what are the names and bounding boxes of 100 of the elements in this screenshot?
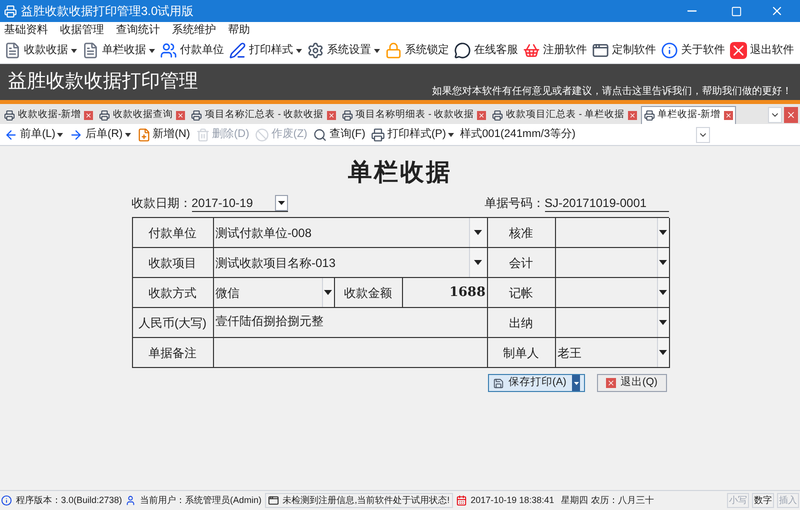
menu-item[interactable]: 收据管理 <box>60 22 104 38</box>
tab-list-button[interactable] <box>768 107 782 123</box>
dropdown-button[interactable] <box>468 218 486 247</box>
dropdown-button[interactable] <box>656 278 668 307</box>
date-field[interactable]: 2017-10-19 <box>192 194 288 212</box>
toolbar-button[interactable]: 前单(L) <box>4 126 64 143</box>
chat-icon <box>454 42 471 59</box>
datetime-text: 2017-10-19 18:38:41 <box>470 494 554 507</box>
signer-field[interactable]: 老王 <box>556 338 670 368</box>
caret-icon <box>474 230 482 235</box>
weekday-text: 星期四 <box>561 494 588 507</box>
toolbar-button[interactable]: 退出软件 <box>730 42 794 59</box>
close-all-button[interactable] <box>784 107 798 123</box>
toolbar-button[interactable]: 关于软件 <box>661 42 725 59</box>
caret-icon <box>659 290 667 295</box>
toolbar-button[interactable]: 系统设置 <box>307 42 380 59</box>
menu-item[interactable]: 帮助 <box>228 22 250 38</box>
dropdown-button[interactable] <box>322 278 334 307</box>
menu-item[interactable]: 查询统计 <box>116 22 160 38</box>
toolbar-button[interactable]: 新增(N) <box>136 126 190 143</box>
save-print-button[interactable]: 保存打印(A) <box>488 374 586 392</box>
basket-icon <box>523 42 540 59</box>
printer-icon <box>191 110 202 120</box>
close-icon <box>786 110 796 120</box>
menu-item[interactable]: 基础资料 <box>4 22 48 38</box>
printer-icon <box>492 110 504 120</box>
field-label: 收款方式 <box>132 278 214 308</box>
caret-icon <box>71 48 77 52</box>
amount-field[interactable]: 1688 <box>402 278 488 308</box>
maximize-icon[interactable] <box>731 6 742 16</box>
pen-icon <box>229 42 246 59</box>
save-icon <box>493 378 504 388</box>
toolbar-button[interactable]: 查询(F) <box>313 126 366 143</box>
signer-field[interactable] <box>556 218 670 248</box>
people-icon <box>160 42 177 59</box>
form-title: 单栏收据 <box>348 156 452 188</box>
toolbar-button[interactable]: 注册软件 <box>523 42 587 59</box>
dropdown-button[interactable] <box>656 338 668 367</box>
caret-icon <box>324 290 332 295</box>
number-field[interactable]: SJ-20171019-0001 <box>544 194 668 212</box>
document-icon <box>4 42 21 59</box>
date-label: 收款日期： <box>132 195 192 212</box>
toolbar-button[interactable]: 单栏收据 <box>82 42 155 59</box>
method-field[interactable]: 微信 <box>214 278 334 308</box>
close-icon[interactable] <box>770 4 784 18</box>
tab[interactable]: 单栏收据-新增 <box>640 106 736 124</box>
tab-close-icon[interactable] <box>176 110 186 120</box>
caret-icon <box>278 200 284 204</box>
dropdown-button[interactable] <box>468 248 486 277</box>
note-field[interactable] <box>214 338 488 368</box>
style-select[interactable]: 样式001(241mm/3等分) <box>460 126 710 144</box>
field-label: 记帐 <box>488 278 556 308</box>
caret-icon <box>124 132 131 136</box>
item-field[interactable]: 测试收款项目名称-013 <box>214 248 488 278</box>
toolbar-button[interactable]: 在线客服 <box>454 42 518 59</box>
info-icon <box>661 42 678 59</box>
field-label: 出纳 <box>488 308 556 338</box>
caret-icon <box>659 350 667 355</box>
signer-field[interactable] <box>556 308 670 338</box>
feedback-link[interactable]: 如果您对本软件有任何意见或者建议，请点击这里告诉我们，帮助我们做的更好！ <box>432 84 792 100</box>
toolbar-button[interactable]: 后单(R) <box>69 126 131 143</box>
menu-item[interactable]: 系统维护 <box>172 22 216 38</box>
printer-icon <box>99 110 110 120</box>
app-icon <box>4 4 17 18</box>
toolbar-button[interactable]: 系统锁定 <box>385 42 449 59</box>
close-icon <box>606 378 616 388</box>
field-label: 收款金额 <box>334 278 402 308</box>
caret-icon <box>659 320 667 325</box>
caret-icon <box>659 230 667 235</box>
tab-close-icon[interactable] <box>724 111 733 120</box>
toolbar-button[interactable]: 打印样式(P) <box>371 126 454 143</box>
rmb-field: 壹仟陆佰捌拾捌元整 <box>214 308 488 338</box>
calendar-icon <box>456 495 467 506</box>
caret-icon <box>149 48 155 52</box>
dropdown-button[interactable] <box>656 248 668 277</box>
signer-field[interactable] <box>556 278 670 308</box>
key-indicator: 小写 <box>727 492 749 508</box>
caret-icon <box>659 260 667 265</box>
printer-icon <box>342 110 353 120</box>
tab-close-icon[interactable] <box>84 110 94 120</box>
signer-field[interactable] <box>556 248 670 278</box>
tab-close-icon[interactable] <box>628 110 637 120</box>
caret-icon <box>574 382 579 384</box>
toolbar-button[interactable]: 付款单位 <box>160 42 224 59</box>
toolbar-button[interactable]: 收款收据 <box>4 42 77 59</box>
info-icon <box>1 495 12 506</box>
printer-icon <box>644 110 655 121</box>
payer-field[interactable]: 测试付款单位-008 <box>214 218 488 248</box>
exit-button[interactable]: 退出(Q) <box>597 374 666 392</box>
user-icon <box>125 495 136 506</box>
caret-icon <box>374 48 380 52</box>
dropdown-button[interactable] <box>656 218 668 247</box>
tab-close-icon[interactable] <box>326 110 336 120</box>
toolbar-button[interactable]: 打印样式 <box>229 42 302 59</box>
toolbar-button[interactable]: 定制软件 <box>592 42 656 59</box>
window-title: 益胜收款收据打印管理3.0试用版 <box>21 3 195 20</box>
tab-close-icon[interactable] <box>477 110 486 120</box>
settings-icon <box>307 42 324 59</box>
caret-icon <box>474 260 482 265</box>
dropdown-button[interactable] <box>656 308 668 337</box>
